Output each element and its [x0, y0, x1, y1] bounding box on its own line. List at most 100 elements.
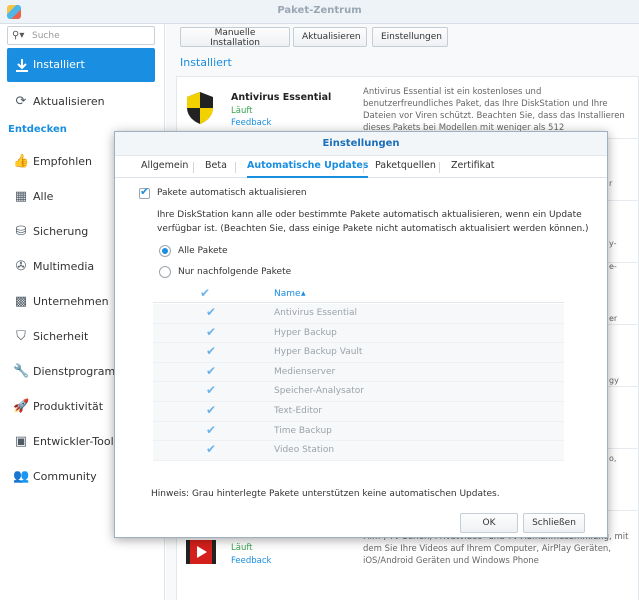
tab-allgemein[interactable]: Allgemein	[141, 160, 188, 178]
package-description-fragment: e-	[609, 262, 617, 271]
row-checkbox[interactable]: ✔	[206, 442, 216, 456]
sidebar-item-label: Multimedia	[33, 260, 95, 273]
package-name: Antivirus Essential	[231, 92, 332, 103]
select-all-checkbox[interactable]: ✔	[200, 286, 210, 300]
package-description-fragment: gy	[609, 376, 619, 385]
manual-install-button[interactable]: Manuelle Installation	[180, 27, 290, 48]
sidebar-item-label: Unternehmen	[33, 295, 109, 308]
auto-update-label: Pakete automatisch aktualisieren	[157, 188, 307, 198]
grid-row-name: Text-Editor	[274, 406, 323, 416]
row-checkbox[interactable]: ✔	[206, 325, 216, 339]
package-status: Läuft	[231, 543, 253, 553]
column-header-name[interactable]: Name	[274, 289, 301, 299]
sidebar-item-label: Alle	[33, 190, 54, 203]
grid-row[interactable]: ✔ Speicher-Analysator	[153, 382, 564, 402]
refresh-icon: ⟳	[15, 94, 27, 109]
package-description-fragment: o,	[609, 454, 617, 463]
grid-row[interactable]: ✔ Antivirus Essential	[153, 304, 564, 324]
rocket-icon: 🚀	[13, 399, 30, 414]
auto-update-checkbox[interactable]: ✔	[139, 185, 150, 199]
package-description: Antivirus Essential ist ein kostenloses …	[363, 87, 625, 133]
package-grid: ✔ Name ▲ ✔ Antivirus Essential ✔ Hyper B…	[153, 284, 564, 462]
sidebar-item-label: Sicherung	[33, 225, 89, 238]
row-checkbox[interactable]: ✔	[206, 403, 216, 417]
grid-row-name: Speicher-Analysator	[274, 386, 364, 397]
sort-asc-icon: ▲	[301, 290, 306, 297]
sidebar-item-label: Community	[33, 470, 97, 483]
sidebar-item-label: Empfohlen	[33, 155, 93, 168]
tab-divider	[439, 162, 440, 173]
grid-row-name: Medienserver	[274, 366, 336, 377]
dialog-tabs: Allgemein Beta Automatische Updates Pake…	[115, 156, 607, 178]
radio-all-packages[interactable]	[159, 245, 171, 257]
package-status: Läuft	[231, 106, 253, 116]
video-station-icon	[186, 540, 216, 564]
film-reel-icon: ✇	[15, 259, 27, 274]
package-row-video-station[interactable]: Läuft Feedback Film-, TV-Serien, Privatv…	[177, 529, 639, 600]
tab-divider	[235, 162, 236, 173]
package-row-antivirus[interactable]: Antivirus Essential Läuft Feedback Antiv…	[177, 77, 639, 139]
grid-row-name: Hyper Backup	[274, 327, 337, 338]
row-checkbox[interactable]: ✔	[206, 383, 216, 397]
grid-row[interactable]: ✔ Video Station	[153, 441, 564, 461]
title-bar: Paket-Zentrum	[0, 0, 639, 24]
grid-row[interactable]: ✔ Time Backup	[153, 421, 564, 442]
radio-selected-packages-label: Nur nachfolgende Pakete	[178, 267, 292, 277]
search-box[interactable]: ⚲▾	[7, 26, 155, 45]
package-feedback-link[interactable]: Feedback	[231, 118, 271, 128]
sidebar-item-label: Aktualisieren	[33, 95, 105, 108]
page-title: Installiert	[180, 56, 232, 69]
window-title: Paket-Zentrum	[277, 5, 362, 16]
download-icon	[16, 59, 28, 72]
radio-selected-packages[interactable]	[159, 266, 171, 278]
update-button[interactable]: Aktualisieren	[293, 27, 367, 47]
dialog-description-line: Ihre DiskStation kann alle oder bestimmt…	[157, 210, 582, 220]
tab-zertifikat[interactable]: Zertifikat	[451, 160, 495, 178]
tab-automatische-updates[interactable]: Automatische Updates	[247, 160, 369, 178]
grid-row[interactable]: ✔ Hyper Backup Vault	[153, 343, 564, 363]
sidebar-item-label: Entwickler-Tools	[33, 435, 120, 448]
sidebar-item-label: Produktivität	[33, 400, 104, 413]
tab-paketquellen[interactable]: Paketquellen	[375, 160, 436, 178]
dialog-description-line: verfügbar ist. (Beachten Sie, dass einig…	[157, 224, 589, 234]
antivirus-shield-icon	[187, 92, 213, 124]
dialog-hint: Hinweis: Grau hinterlegte Pakete unterst…	[151, 489, 500, 499]
dialog-title: Einstellungen	[115, 132, 607, 156]
package-feedback-link[interactable]: Feedback	[231, 556, 271, 566]
wrench-icon: 🔧	[13, 364, 30, 379]
tab-divider	[363, 162, 364, 173]
package-description-fragment: y-	[609, 239, 617, 248]
row-checkbox[interactable]: ✔	[206, 305, 216, 319]
row-checkbox[interactable]: ✔	[206, 423, 216, 437]
sidebar-item-installiert[interactable]: Installiert	[7, 48, 155, 82]
tab-divider	[193, 162, 194, 173]
row-checkbox[interactable]: ✔	[206, 364, 216, 378]
sidebar-item-aktualisieren[interactable]: ⟳ Aktualisieren	[10, 92, 160, 112]
sidebar-item-label: Sicherheit	[33, 330, 89, 343]
terminal-icon: ▣	[14, 434, 28, 449]
briefcase-icon: ▩	[14, 294, 28, 309]
tab-beta[interactable]: Beta	[205, 160, 227, 178]
search-input[interactable]	[32, 29, 150, 42]
package-description-fragment: er	[609, 314, 618, 323]
grid-row[interactable]: ✔ Hyper Backup	[153, 323, 564, 344]
settings-button[interactable]: Einstellungen	[372, 27, 448, 47]
package-description-fragment: r	[609, 179, 613, 188]
search-icon[interactable]: ⚲▾	[12, 30, 24, 41]
sidebar-item-label: Installiert	[33, 58, 85, 71]
grid-row-name: Hyper Backup Vault	[274, 347, 363, 358]
grid-row-name: Video Station	[274, 445, 335, 456]
grid-row[interactable]: ✔ Medienserver	[153, 362, 564, 383]
ok-button[interactable]: OK	[460, 513, 518, 533]
close-button[interactable]: Schließen	[523, 513, 585, 533]
backup-icon: ⛁	[15, 224, 27, 239]
grid-row-name: Time Backup	[274, 425, 332, 436]
radio-all-packages-label: Alle Pakete	[178, 246, 228, 256]
grid-row[interactable]: ✔ Text-Editor	[153, 402, 564, 422]
row-checkbox[interactable]: ✔	[206, 344, 216, 358]
settings-dialog: Einstellungen Allgemein Beta Automatisch…	[114, 131, 608, 538]
grid-icon: ▦	[14, 189, 28, 204]
section-heading-entdecken: Entdecken	[8, 124, 67, 135]
grid-header: ✔ Name ▲	[153, 284, 564, 303]
thumbs-up-icon: 👍	[13, 154, 30, 169]
